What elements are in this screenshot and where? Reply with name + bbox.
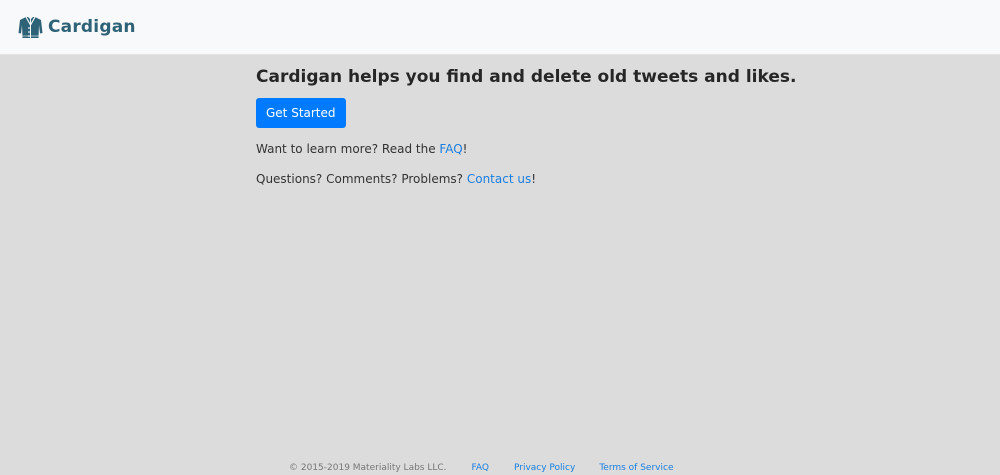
learn-more-prefix: Want to learn more? Read the xyxy=(256,142,440,156)
learn-more-suffix: ! xyxy=(462,142,468,156)
learn-more-text: Want to learn more? Read the FAQ! xyxy=(256,141,776,157)
faq-link[interactable]: FAQ xyxy=(439,142,462,156)
get-started-button[interactable]: Get Started xyxy=(256,98,346,128)
brand-name: Cardigan xyxy=(48,17,136,37)
footer-privacy-policy-link[interactable]: Privacy Policy xyxy=(514,463,575,473)
contact-us-link[interactable]: Contact us xyxy=(467,172,531,186)
contact-suffix: ! xyxy=(531,172,537,186)
cardigan-sweater-icon xyxy=(18,16,43,38)
contact-text: Questions? Comments? Problems? Contact u… xyxy=(256,171,776,187)
footer-terms-of-service-link[interactable]: Terms of Service xyxy=(599,463,673,473)
footer-copyright: © 2015-2019 Materiality Labs LLC. xyxy=(289,463,447,473)
main-content: Cardigan helps you find and delete old t… xyxy=(256,66,797,187)
brand-home-link[interactable]: Cardigan xyxy=(18,12,136,42)
top-navbar: Cardigan xyxy=(0,0,1000,55)
page-headline: Cardigan helps you find and delete old t… xyxy=(256,67,797,87)
contact-prefix: Questions? Comments? Problems? xyxy=(256,172,467,186)
page-footer: © 2015-2019 Materiality Labs LLC. FAQ Pr… xyxy=(289,461,673,475)
footer-faq-link[interactable]: FAQ xyxy=(472,463,489,473)
